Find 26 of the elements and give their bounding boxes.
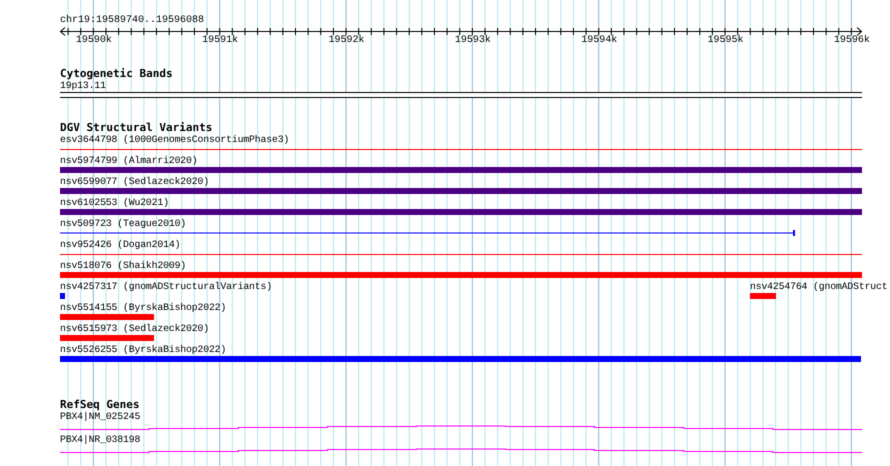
feature-label: PBX4|NM_025245 xyxy=(60,411,140,423)
tick-label: 19594k xyxy=(581,35,618,47)
feature-label: nsv518076 (Shaikh2009) xyxy=(60,260,186,272)
feature-label: nsv5514155 (ByrskaBishop2022) xyxy=(60,302,226,314)
feature-label: nsv5974799 (Almarri2020) xyxy=(60,155,198,167)
feature-label: nsv4257317 (gnomADStructuralVariants) xyxy=(60,281,272,293)
tick-label: 19595k xyxy=(708,35,744,47)
location-label: chr19:19589740..19596088 xyxy=(60,15,204,27)
tick-label: 19590k xyxy=(76,35,112,47)
feature-label: nsv4254764 (gnomADStruct xyxy=(750,281,888,293)
feature-label: 19p13.11 xyxy=(60,80,106,92)
feature-label: nsv952426 (Dogan2014) xyxy=(60,239,180,251)
tick-label: 19593k xyxy=(454,35,491,47)
tick-label: 19596k xyxy=(834,35,870,47)
feature-label: nsv509723 (Teague2010) xyxy=(60,218,186,230)
feature-label: PBX4|NR_038198 xyxy=(60,434,140,446)
feature-label: nsv6515973 (Sedlazeck2020) xyxy=(60,323,209,335)
feature-label: nsv6599077 (Sedlazeck2020) xyxy=(60,176,209,188)
track-title: DGV Structural Variants xyxy=(60,122,212,134)
tick-label: 19591k xyxy=(202,35,238,47)
feature-label: nsv5526255 (ByrskaBishop2022) xyxy=(60,344,226,356)
feature-label: esv3644798 (1000GenomesConsortiumPhase3) xyxy=(60,134,290,146)
track-title: Cytogenetic Bands xyxy=(60,68,173,80)
tick-label: 19592k xyxy=(328,35,365,47)
feature-label: nsv6102553 (Wu2021) xyxy=(60,197,169,209)
track-title: RefSeq Genes xyxy=(60,399,140,411)
